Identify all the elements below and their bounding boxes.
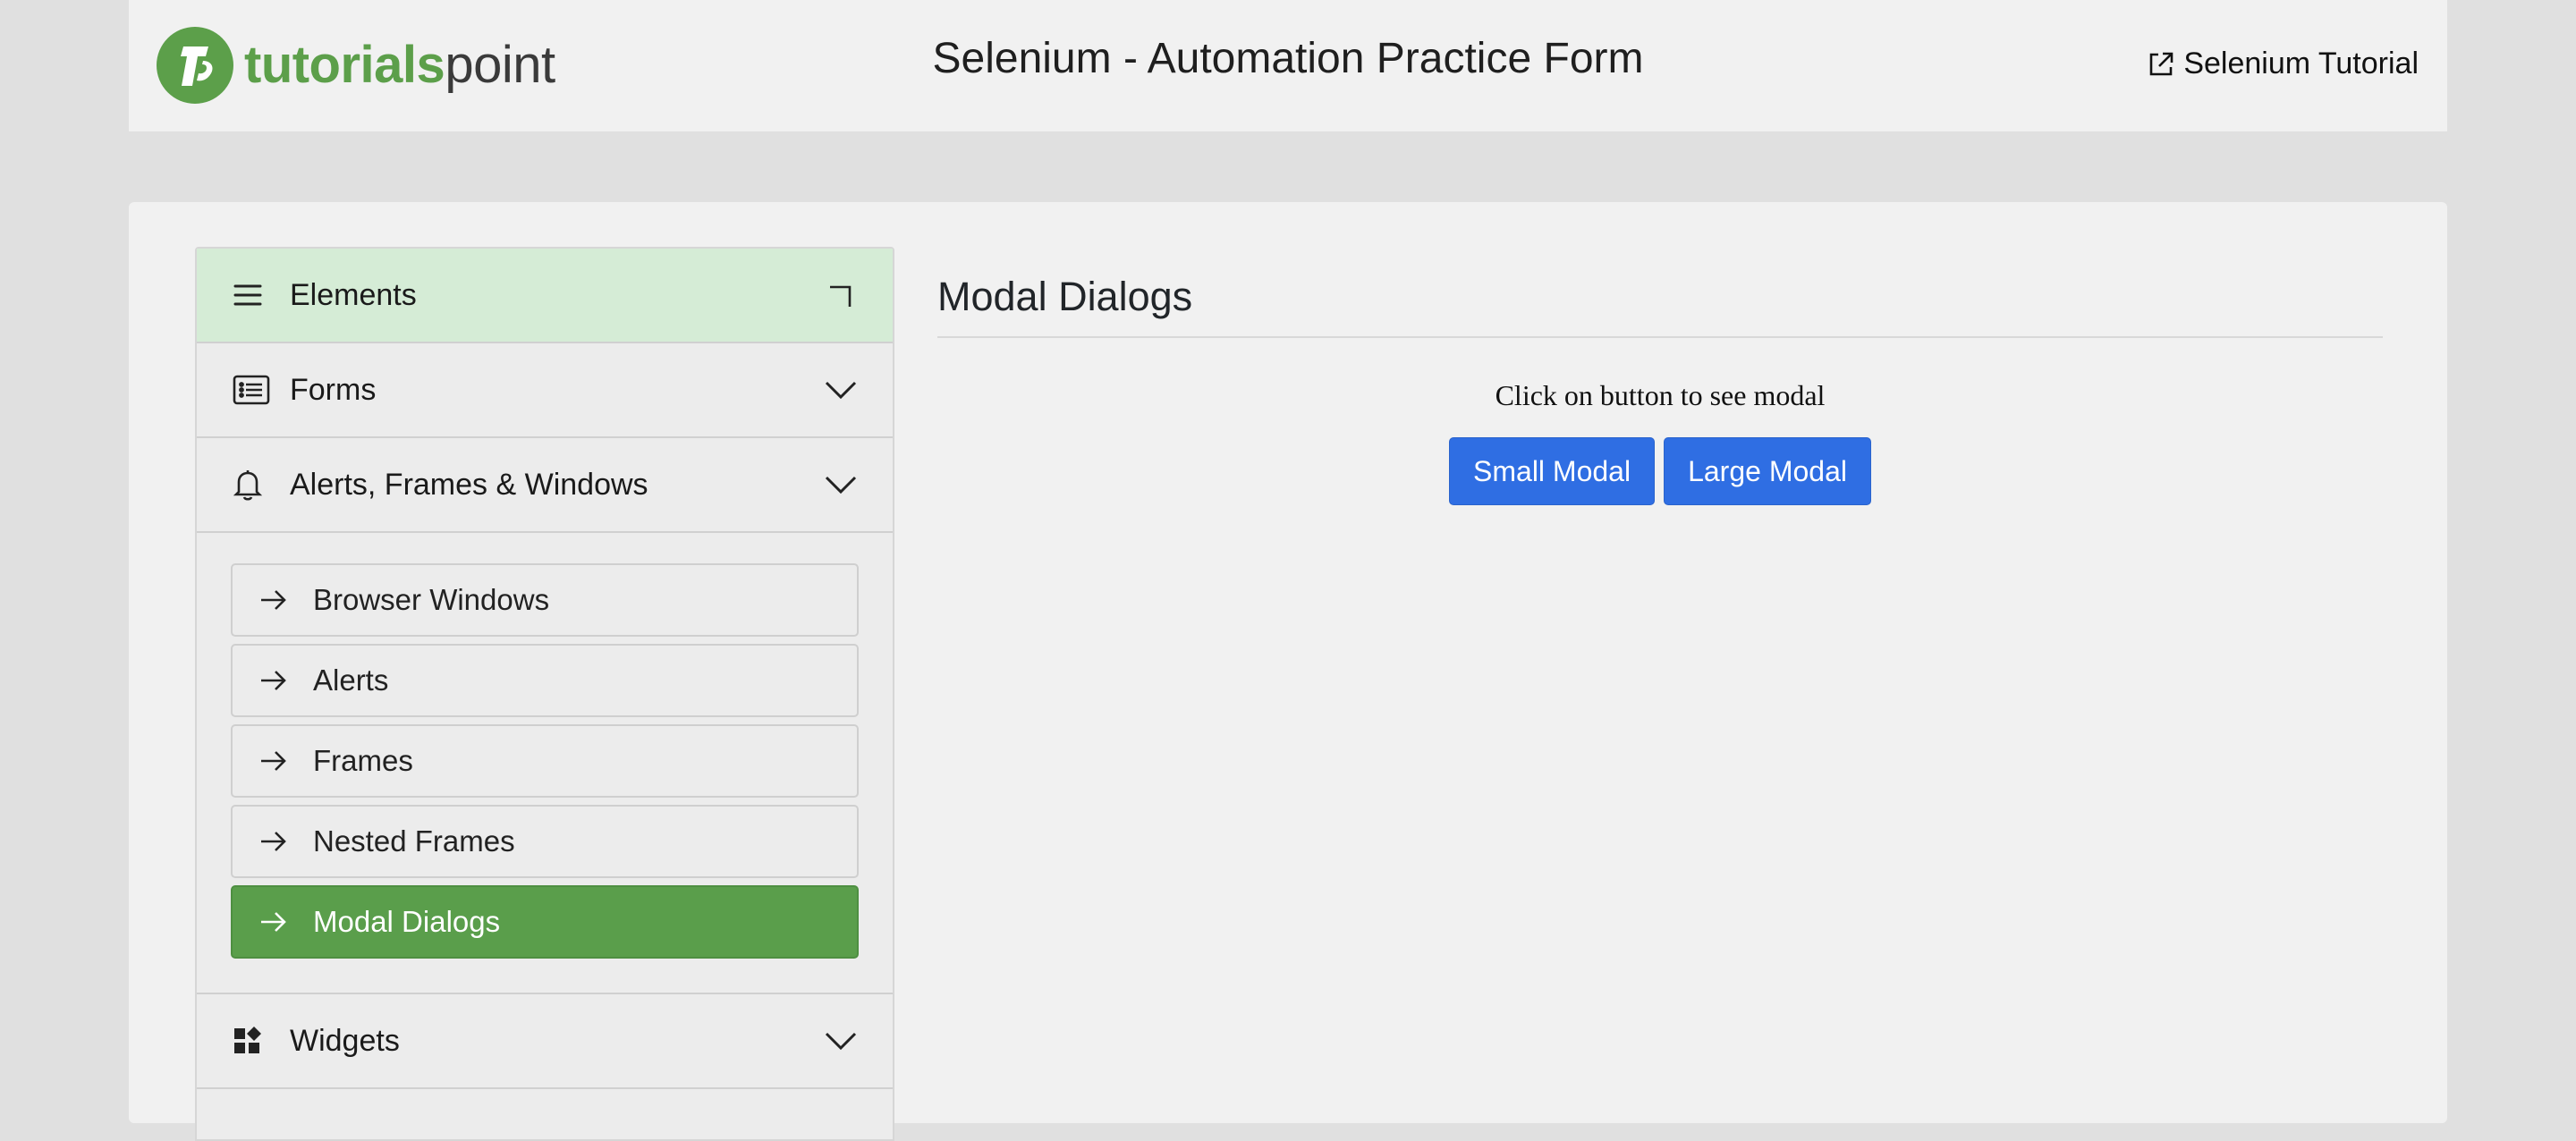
external-link-icon [2150,52,2174,75]
sidebar-accordion: Elements Forms Alerts, Frames & Windows … [195,247,894,1141]
sidebar-section-elements[interactable]: Elements [197,249,893,343]
content-title: Modal Dialogs [937,247,2383,338]
sidebar-item-label: Frames [313,744,413,777]
selenium-tutorial-label: Selenium Tutorial [2183,46,2419,80]
sidebar-section-label: Elements [290,277,417,312]
alerts-frames-windows-submenu: Browser Windows Alerts Frames Nested Fra… [197,533,893,994]
arrow-right-icon [259,588,295,612]
content-panel: Modal Dialogs Click on button to see mod… [937,247,2383,505]
sidebar-item-browser-windows[interactable]: Browser Windows [231,563,859,637]
modal-button-row: Small Modal Large Modal [937,437,2383,505]
list-icon [233,375,272,405]
widgets-icon [233,1027,272,1055]
main-container: Elements Forms Alerts, Frames & Windows … [129,202,2447,1141]
sidebar-section-widgets[interactable]: Widgets [197,994,893,1089]
top-header: tutorialspoint Selenium - Automation Pra… [129,0,2447,131]
sidebar-section-forms[interactable]: Forms [197,343,893,438]
sidebar-section-label: Alerts, Frames & Windows [290,467,648,502]
sidebar-section-label: Widgets [290,1023,400,1058]
sidebar-item-alerts[interactable]: Alerts [231,644,859,717]
large-modal-button[interactable]: Large Modal [1664,437,1871,505]
chevron-down-icon [825,475,857,494]
menu-icon [233,283,272,308]
page-title: Selenium - Automation Practice Form [932,35,1644,82]
sidebar-item-nested-frames[interactable]: Nested Frames [231,805,859,878]
chevron-down-icon [825,380,857,400]
arrow-right-icon [259,749,295,773]
chevron-down-icon [825,1031,857,1051]
sidebar-item-label: Modal Dialogs [313,905,501,938]
sidebar-section-alerts-frames-windows[interactable]: Alerts, Frames & Windows [197,438,893,533]
arrow-right-icon [259,669,295,692]
arrow-right-icon [259,910,295,934]
sidebar-item-label: Alerts [313,663,389,697]
sidebar-section-label: Forms [290,372,377,407]
modal-instruction-text: Click on button to see modal [1495,379,1826,411]
sidebar-item-label: Browser Windows [313,583,550,616]
bell-icon [233,469,272,501]
arrow-right-icon [259,830,295,853]
sidebar-item-frames[interactable]: Frames [231,724,859,798]
corner-icon [826,280,857,310]
sidebar-item-label: Nested Frames [313,824,515,858]
sidebar-item-modal-dialogs[interactable]: Modal Dialogs [231,885,859,959]
selenium-tutorial-link[interactable]: Selenium Tutorial [2146,46,2419,81]
small-modal-button[interactable]: Small Modal [1449,437,1656,505]
